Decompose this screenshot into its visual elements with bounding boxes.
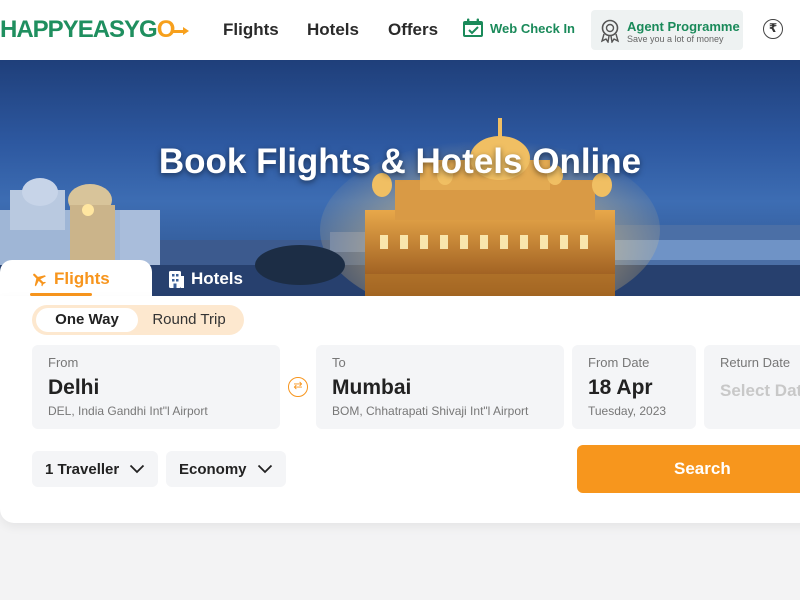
from-date-field[interactable]: From Date 18 Apr Tuesday, 2023 bbox=[572, 345, 696, 429]
web-check-in-link[interactable]: Web Check In bbox=[462, 18, 575, 38]
travellers-value: 1 Traveller bbox=[45, 460, 120, 478]
chevron-down-icon bbox=[130, 464, 145, 474]
logo-arrow-icon bbox=[171, 27, 190, 35]
to-field[interactable]: To Mumbai BOM, Chhatrapati Shivaji Int"l… bbox=[316, 345, 564, 429]
return-date-field[interactable]: Return Date Select Date bbox=[704, 345, 800, 429]
from-city: Delhi bbox=[48, 376, 100, 399]
trip-one-way-option[interactable]: One Way bbox=[36, 308, 138, 332]
tab-flights[interactable]: Flights bbox=[30, 269, 110, 289]
from-label: From bbox=[48, 355, 79, 370]
to-airport: BOM, Chhatrapati Shivaji Int"l Airport bbox=[332, 404, 529, 418]
hotel-building-icon bbox=[169, 270, 184, 288]
from-date-value: 18 Apr bbox=[588, 376, 653, 399]
search-button[interactable]: Search bbox=[577, 445, 800, 493]
agent-programme-button[interactable]: Agent Programme Save you a lot of money bbox=[591, 10, 743, 50]
return-date-placeholder: Select Date bbox=[720, 381, 800, 400]
from-date-weekday: Tuesday, 2023 bbox=[588, 404, 667, 418]
agent-programme-subtitle: Save you a lot of money bbox=[627, 34, 724, 44]
web-check-in-label: Web Check In bbox=[490, 20, 576, 36]
tab-hotels-label: Hotels bbox=[191, 269, 243, 288]
agent-programme-title: Agent Programme bbox=[627, 19, 740, 34]
swap-arrows-icon[interactable]: ⇄ bbox=[288, 377, 308, 397]
travellers-dropdown[interactable]: 1 Traveller bbox=[32, 451, 158, 487]
award-badge-icon bbox=[600, 19, 620, 43]
airplane-icon bbox=[33, 273, 46, 287]
cabin-class-dropdown[interactable]: Economy bbox=[166, 451, 286, 487]
tab-flights-label: Flights bbox=[54, 269, 110, 288]
from-airport: DEL, India Gandhi Int"l Airport bbox=[48, 404, 208, 418]
calendar-check-icon bbox=[463, 18, 483, 37]
hero-title: Book Flights & Hotels Online bbox=[158, 142, 642, 181]
logo-text: HAPPYEASYG bbox=[0, 16, 158, 43]
site-logo[interactable]: HAPPYEASYGO bbox=[0, 16, 190, 44]
return-date-label: Return Date bbox=[720, 355, 791, 370]
nav-hotels[interactable]: Hotels bbox=[307, 20, 359, 40]
to-label: To bbox=[332, 355, 346, 370]
rupee-icon[interactable]: ₹ bbox=[763, 19, 783, 39]
nav-offers[interactable]: Offers bbox=[388, 20, 438, 40]
top-header: HAPPYEASYGO Flights Hotels Offers Web Ch… bbox=[0, 0, 800, 60]
trip-round-trip-option[interactable]: Round Trip bbox=[138, 308, 240, 332]
chevron-down-icon bbox=[257, 464, 272, 474]
tab-hotels[interactable]: Hotels bbox=[168, 269, 243, 289]
nav-flights[interactable]: Flights bbox=[223, 20, 279, 40]
to-city: Mumbai bbox=[332, 376, 412, 399]
from-date-label: From Date bbox=[588, 355, 650, 370]
from-field[interactable]: From Delhi DEL, India Gandhi Int"l Airpo… bbox=[32, 345, 280, 429]
cabin-class-value: Economy bbox=[179, 460, 247, 478]
